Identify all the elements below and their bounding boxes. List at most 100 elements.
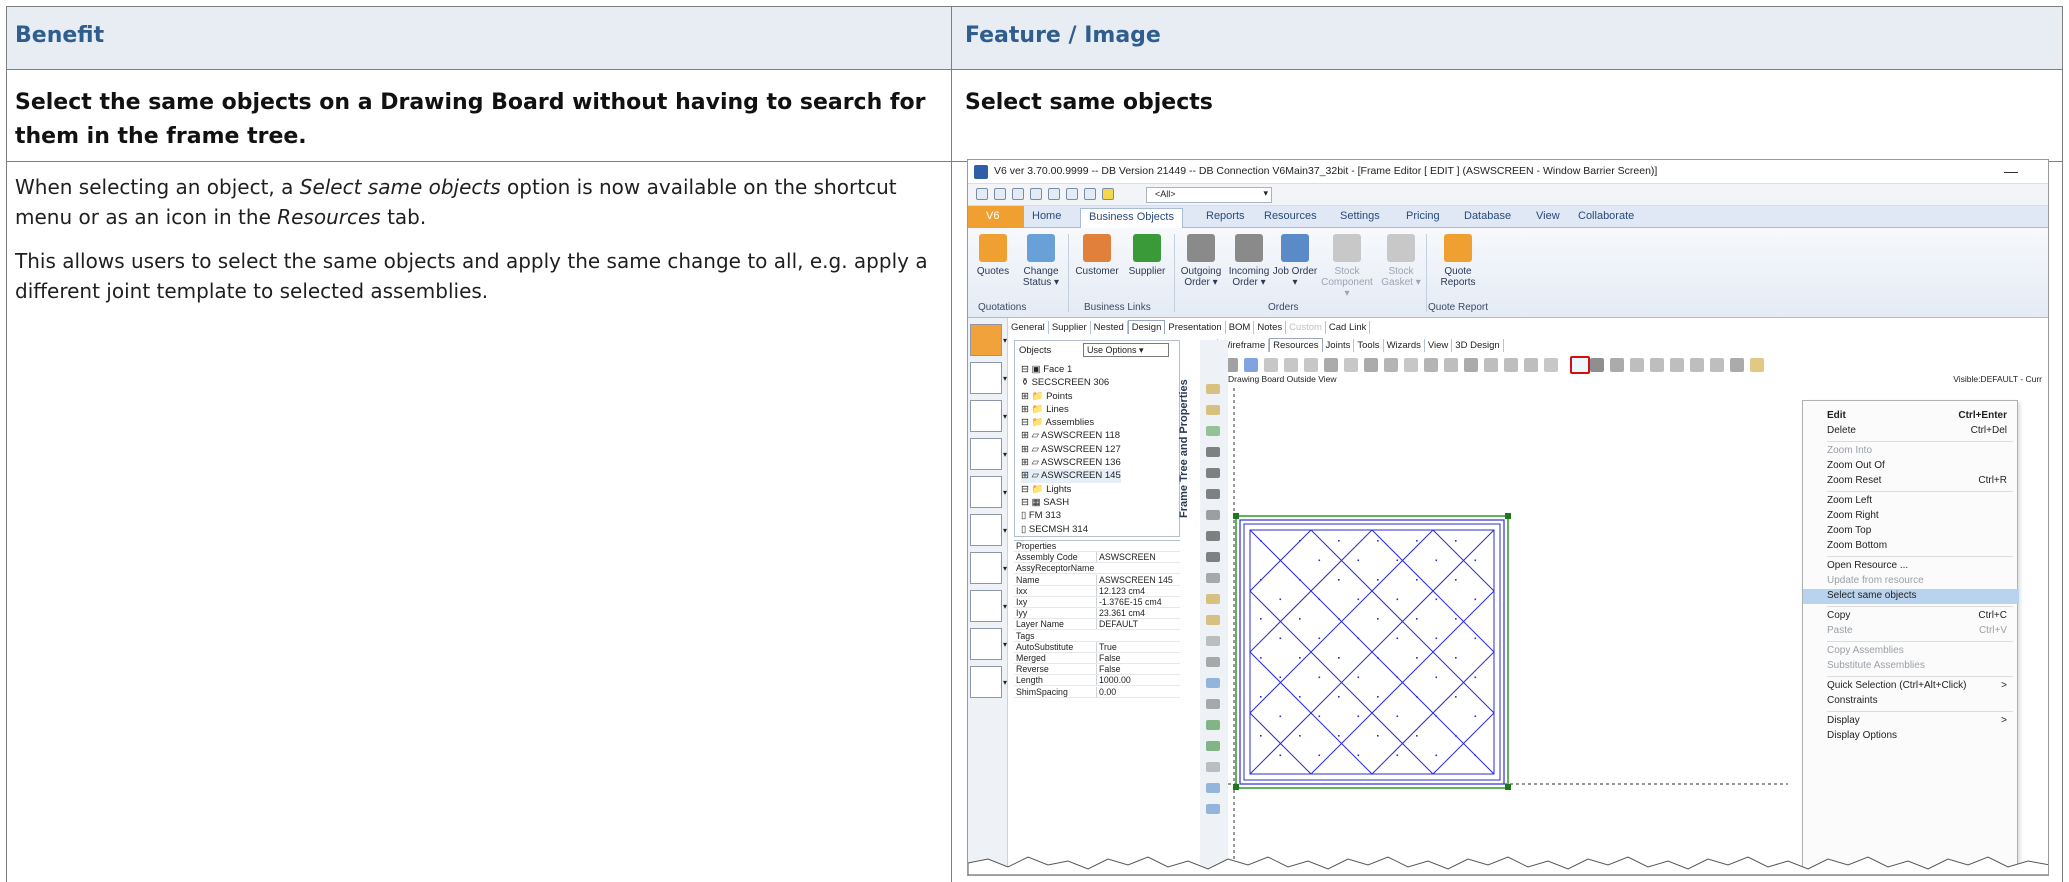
resource-tool-icon[interactable]: [1344, 358, 1358, 372]
menu-item-delete[interactable]: Delete Ctrl+Del: [1803, 424, 2019, 439]
property-row[interactable]: Name ASWSCREEN 145: [1014, 574, 1180, 586]
resource-tool-icon[interactable]: [1730, 358, 1744, 372]
tab-view[interactable]: View: [1536, 210, 1560, 222]
property-row[interactable]: Length 1000.00: [1014, 675, 1180, 687]
resource-tool-icon[interactable]: [1444, 358, 1458, 372]
subtab-presentation[interactable]: Presentation: [1165, 321, 1226, 334]
print-icon[interactable]: [1030, 188, 1042, 200]
objects-options-select[interactable]: Use Options ▾: [1083, 343, 1169, 357]
menu-item-display[interactable]: Display >: [1803, 714, 2019, 729]
minimize-button[interactable]: —: [2004, 163, 2018, 179]
window-nav-icon[interactable]: [970, 438, 1002, 470]
resource-tool-icon[interactable]: [1464, 358, 1478, 372]
resource-tool-icon[interactable]: [1304, 358, 1318, 372]
resource-tool-icon[interactable]: [1544, 358, 1558, 372]
assembly-nav-icon[interactable]: [970, 514, 1002, 546]
tree-node[interactable]: ⊞ ▱ ASWSCREEN 136: [1021, 456, 1121, 469]
drawing-tool-icon[interactable]: [1206, 804, 1220, 814]
menu-item-copy[interactable]: Copy Ctrl+C: [1803, 609, 2019, 624]
tree-node[interactable]: ⊟ 📁 Lights: [1021, 483, 1121, 496]
tab-resources[interactable]: Resources: [1264, 210, 1317, 222]
resource-tool-icon[interactable]: [1244, 358, 1258, 372]
tree-node-selected[interactable]: ⊞ ▱ ASWSCREEN 145: [1021, 469, 1121, 483]
tab-3d-design[interactable]: 3D Design: [1452, 339, 1504, 352]
drawing-tool-icon[interactable]: [1206, 447, 1220, 457]
menu-item-open-resource[interactable]: Open Resource ...: [1803, 559, 2019, 574]
drawing-tool-icon[interactable]: [1206, 531, 1220, 541]
resource-tool-icon[interactable]: [1404, 358, 1418, 372]
subtab-general[interactable]: General: [1008, 321, 1049, 334]
resource-tool-icon[interactable]: [1590, 358, 1604, 372]
resource-tool-icon[interactable]: [1630, 358, 1644, 372]
subtab-cad-link[interactable]: Cad Link: [1326, 321, 1371, 334]
menu-item-copy-assemblies[interactable]: Copy Assemblies: [1803, 644, 2019, 659]
subtab-notes[interactable]: Notes: [1254, 321, 1287, 334]
property-row[interactable]: AutoSubstitute True: [1014, 641, 1180, 653]
drawing-tool-icon[interactable]: [1206, 678, 1220, 688]
subtab-supplier[interactable]: Supplier: [1049, 321, 1091, 334]
drawing-tool-icon[interactable]: [1206, 384, 1220, 394]
resource-tool-icon[interactable]: [1424, 358, 1438, 372]
tree-node[interactable]: ⊟ ▦ SASH: [1021, 496, 1121, 509]
drawing-tool-icon[interactable]: [1206, 636, 1220, 646]
preview-icon[interactable]: [1048, 188, 1060, 200]
resource-tool-icon[interactable]: [1484, 358, 1498, 372]
select-same-objects-icon[interactable]: [1570, 356, 1590, 374]
panel-nav-icon[interactable]: [970, 628, 1002, 660]
new-icon[interactable]: [976, 188, 988, 200]
tree-node[interactable]: ⊞ ▱ ASWSCREEN 127: [1021, 443, 1121, 456]
supplier-button[interactable]: Supplier: [1122, 234, 1172, 277]
property-row[interactable]: Assembly Code ASWSCREEN: [1014, 552, 1180, 564]
tree-node[interactable]: ▯ SECMSH 314: [1021, 523, 1121, 536]
resource-tool-icon[interactable]: [1650, 358, 1664, 372]
drawing-tool-icon[interactable]: [1206, 615, 1220, 625]
profile-nav-icon[interactable]: [970, 476, 1002, 508]
resource-tool-icon[interactable]: [1264, 358, 1278, 372]
scope-combo[interactable]: <All> ▾: [1146, 187, 1272, 203]
resource-tool-icon[interactable]: [1610, 358, 1624, 372]
tree-node[interactable]: ⊟ ▣ Face 1: [1021, 363, 1121, 376]
outgoing-order-button[interactable]: Outgoing Order ▾: [1176, 234, 1226, 288]
property-row[interactable]: ShimSpacing 0.00: [1014, 686, 1180, 698]
glass-nav-icon[interactable]: [970, 590, 1002, 622]
customer-button[interactable]: Customer: [1072, 234, 1122, 277]
drawing-tool-icon[interactable]: [1206, 699, 1220, 709]
tab-business-objects[interactable]: Business Objects: [1080, 208, 1183, 229]
property-row[interactable]: Merged False: [1014, 653, 1180, 664]
menu-item-substitute-assemblies[interactable]: Substitute Assemblies: [1803, 659, 2019, 674]
tab-tools[interactable]: Tools: [1354, 339, 1384, 352]
drawing-tool-icon[interactable]: [1206, 552, 1220, 562]
accessory-nav-icon[interactable]: [970, 666, 1002, 698]
menu-item-zoom-left[interactable]: Zoom Left: [1803, 494, 2019, 509]
tab-resources-panel[interactable]: Resources: [1269, 338, 1323, 352]
corner-handle[interactable]: [1505, 784, 1511, 790]
drawing-tool-icon[interactable]: [1206, 594, 1220, 604]
property-row[interactable]: Ixy -1.376E-15 cm4: [1014, 597, 1180, 608]
warning-icon[interactable]: [1102, 188, 1114, 200]
resource-tool-icon[interactable]: [1690, 358, 1704, 372]
drawing-tool-icon[interactable]: [1206, 405, 1220, 415]
resource-tool-icon[interactable]: [1384, 358, 1398, 372]
drawing-tool-icon[interactable]: [1206, 510, 1220, 520]
menu-item-zoom-out-of[interactable]: Zoom Out Of: [1803, 459, 2019, 474]
resource-tool-icon[interactable]: [1710, 358, 1724, 372]
drawing-tool-icon[interactable]: [1206, 426, 1220, 436]
property-row[interactable]: Tags: [1014, 631, 1180, 642]
hardware-nav-icon[interactable]: [970, 552, 1002, 584]
resource-tool-icon[interactable]: [1364, 358, 1378, 372]
tree-node[interactable]: ▯ FM 313: [1021, 509, 1121, 522]
menu-item-constraints[interactable]: Constraints: [1803, 694, 2019, 709]
menu-item-display-options[interactable]: Display Options: [1803, 729, 2019, 744]
tab-settings[interactable]: Settings: [1340, 210, 1380, 222]
resource-tool-icon[interactable]: [1284, 358, 1298, 372]
tab-view-panel[interactable]: View: [1425, 339, 1453, 352]
drawing-tool-icon[interactable]: [1206, 489, 1220, 499]
menu-item-quick-selection-ctrl-alt-click[interactable]: Quick Selection (Ctrl+Alt+Click) >: [1803, 679, 2019, 694]
quotes-button[interactable]: Quotes: [968, 234, 1018, 277]
property-row[interactable]: AssyReceptorName: [1014, 563, 1180, 575]
job-order-button[interactable]: Job Order ▾: [1270, 234, 1320, 288]
menu-item-zoom-reset[interactable]: Zoom Reset Ctrl+R: [1803, 474, 2019, 489]
drawing-tool-icon[interactable]: [1206, 657, 1220, 667]
tools-icon[interactable]: [1084, 188, 1096, 200]
save-icon[interactable]: [994, 188, 1006, 200]
